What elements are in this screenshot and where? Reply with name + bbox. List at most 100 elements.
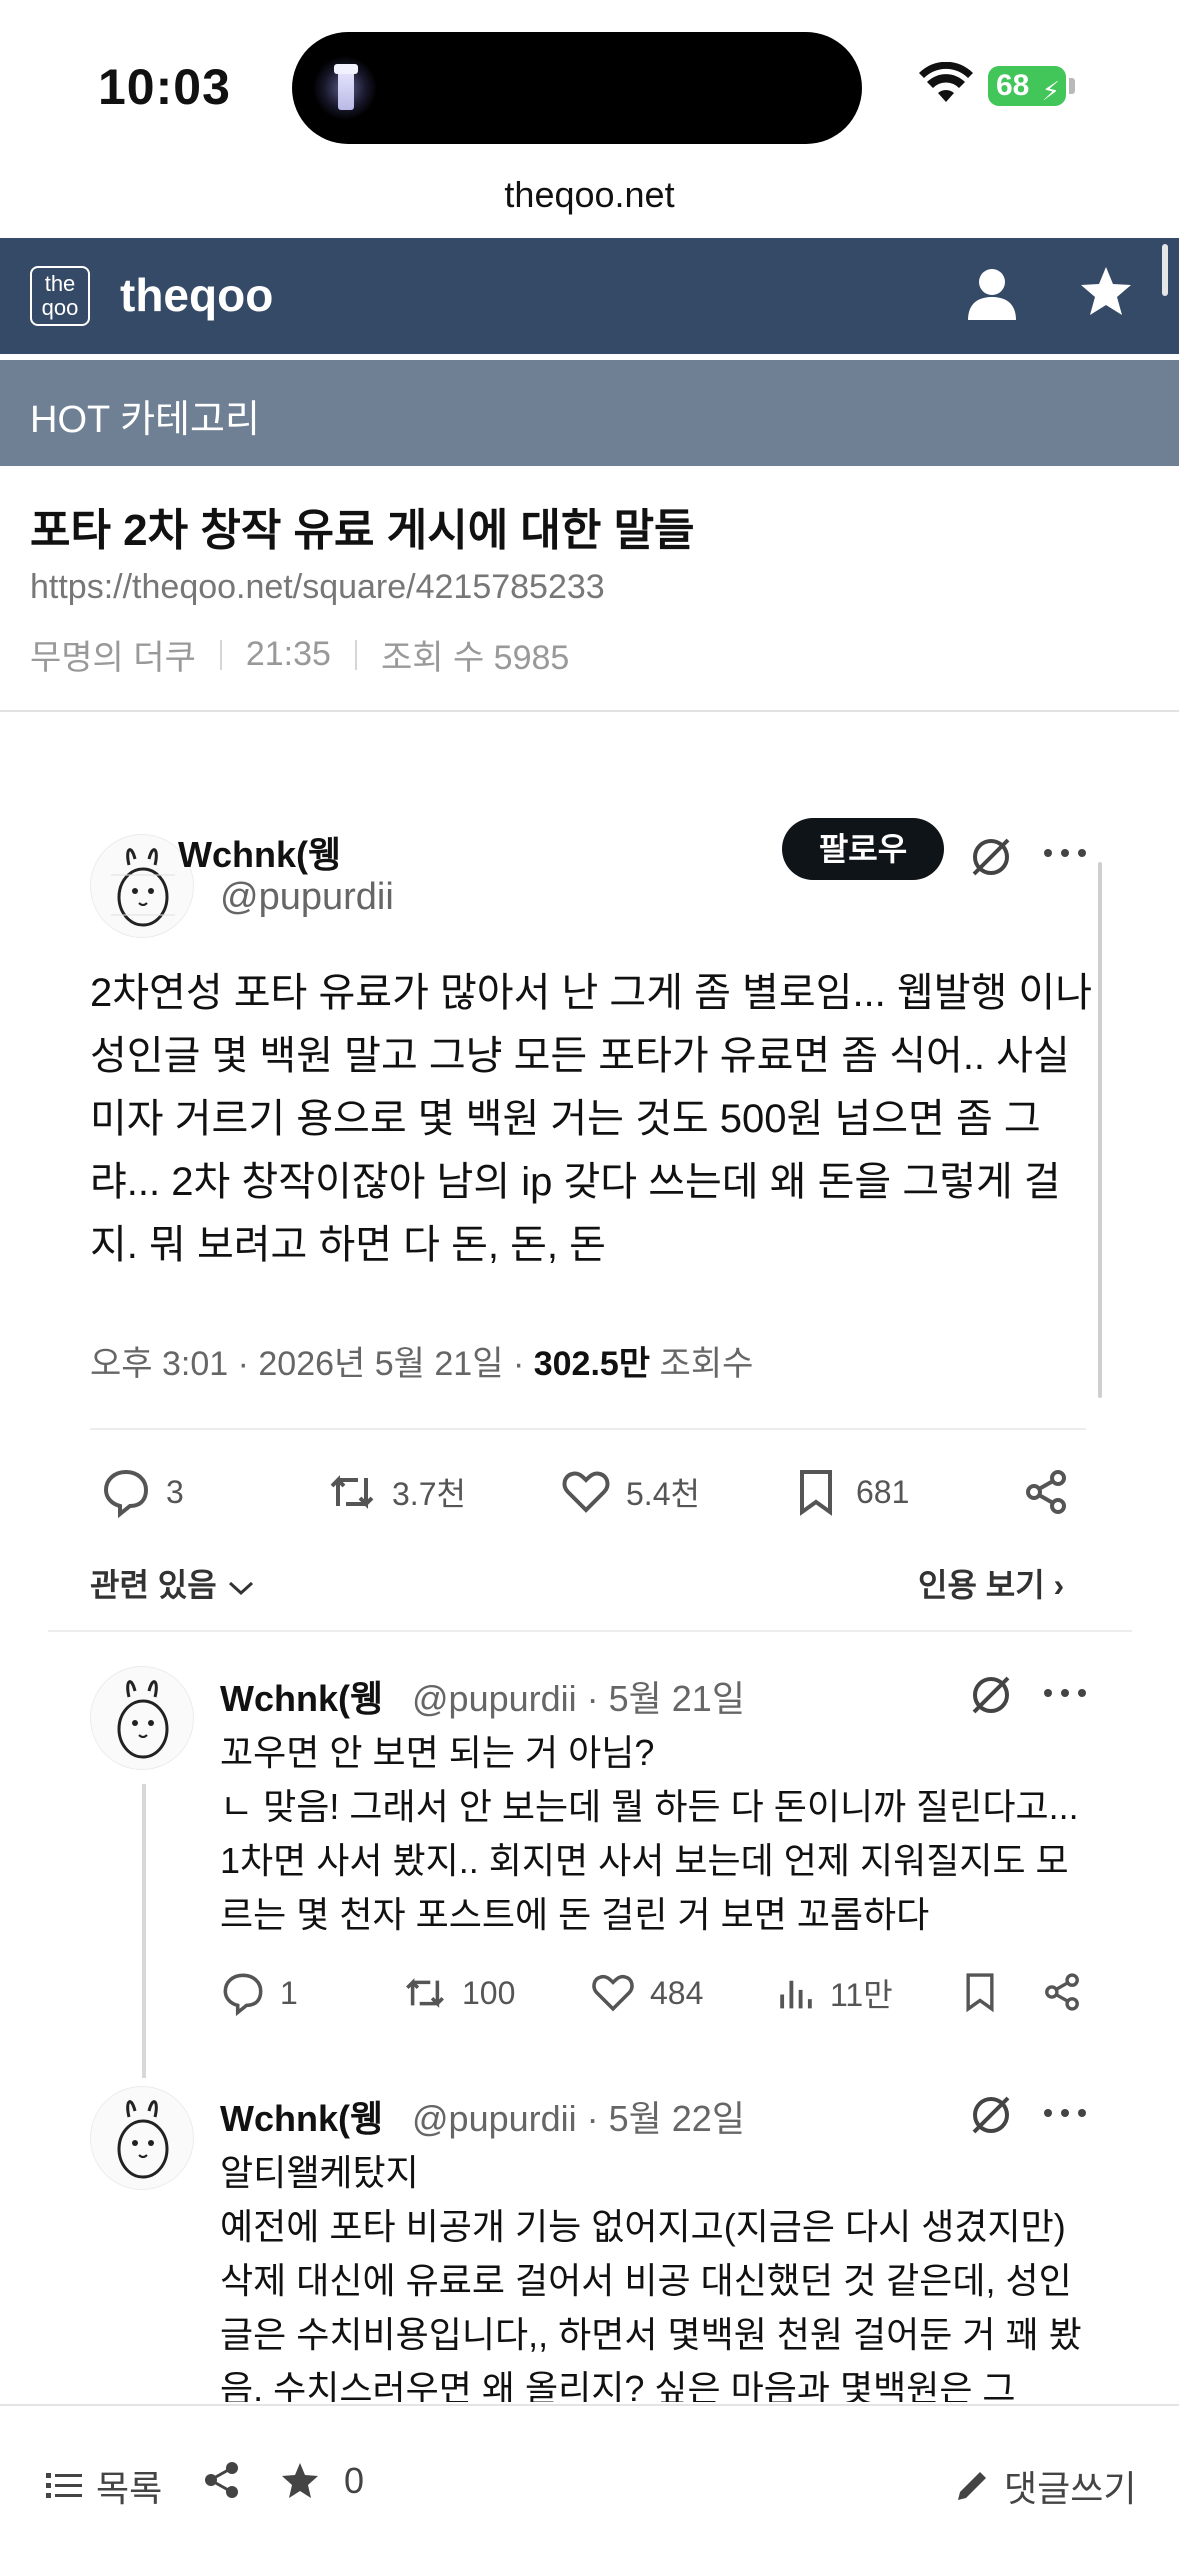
article-title: 포타 2차 창작 유료 게시에 대한 말들 [30,506,695,555]
section-divider [48,1630,1132,1632]
meta-divider [219,639,222,670]
related-toggle[interactable]: 관련 있음 [90,1560,256,1606]
share-button[interactable] [202,2460,242,2500]
article-url[interactable]: https://theqoo.net/square/4215785233 [30,568,605,607]
flashlight-icon [314,54,376,122]
more-options-icon[interactable] [1042,846,1088,860]
bookmark-icon [966,1973,994,2013]
pencil-icon [958,2472,986,2500]
more-options-icon[interactable] [1042,1686,1088,1700]
battery-level: 68 [996,69,1030,102]
avatar[interactable] [90,1666,194,1770]
tweet-author-handle[interactable]: @pupurdii [220,876,394,919]
share-icon [1045,1973,1079,2011]
star-icon [282,2463,318,2498]
meta-divider [354,639,357,670]
retweet-action[interactable]: 3.7천 [326,1466,466,1518]
views-count: 11만 [830,1977,893,2013]
user-icon[interactable] [966,266,1018,322]
tweet-author-name[interactable]: Wchnk(웽 [178,826,341,878]
like-count: 5.4천 [626,1476,700,1512]
avatar[interactable] [90,2086,194,2190]
battery-indicator: 68 ⚡ [988,66,1066,106]
site-header: the qoo theqoo [0,238,1179,354]
reply-author-name[interactable]: Wchnk(웽 [220,1670,383,1722]
reply-author-name[interactable]: Wchnk(웽 [220,2090,383,2142]
status-bar: 10:03 68 ⚡ theqoo.net [0,0,1179,215]
retweet-count: 3.7천 [392,1476,466,1512]
wifi-icon [919,62,973,102]
reply-author-handle[interactable]: @pupurdii · 5월 21일 [412,1670,745,1722]
grok-icon[interactable] [968,1672,1014,1718]
reply-author-handle[interactable]: @pupurdii · 5월 22일 [412,2090,745,2142]
write-comment-button[interactable]: 댓글쓰기 [952,2460,1136,2512]
logo-text-top: the [44,271,76,296]
reply-icon [223,1973,263,2016]
rabbit-avatar-icon [117,1680,169,1759]
bookmark-action[interactable] [958,1970,1002,2014]
article-time: 21:35 [245,635,331,673]
share-action[interactable] [1020,1466,1072,1518]
bookmark-count: 681 [856,1473,910,1510]
browser-url[interactable]: theqoo.net [0,174,1179,216]
recommend-button[interactable]: 0 [280,2460,364,2502]
star-count: 0 [344,2460,365,2501]
grok-icon[interactable] [968,2092,1014,2138]
chevron-down-icon [228,1581,253,1595]
rabbit-avatar-icon [117,2100,169,2179]
star-icon[interactable] [1078,264,1134,320]
grok-icon[interactable] [968,834,1014,880]
retweet-action[interactable]: 100 [402,1970,515,2016]
more-options-icon[interactable] [1042,2106,1088,2120]
status-time: 10:03 [98,59,231,115]
retweet-icon [406,1978,444,2008]
category-bar[interactable]: HOT 카테고리 [0,360,1179,466]
bookmark-icon [800,1470,832,1516]
like-count: 484 [650,1974,704,2011]
battery-tip [1069,78,1075,94]
bottom-toolbar: 목록 0 댓글쓰기 [0,2404,1179,2556]
article-author: 무명의 더쿠 [30,639,196,677]
retweet-icon [330,1475,374,1509]
reply-text: 알티왤케탔지 예전에 포타 비공개 기능 없어지고(지금은 다시 생겼지만) 삭… [220,2152,1082,2402]
like-action[interactable]: 5.4천 [560,1466,700,1518]
tweet-divider [90,1428,1086,1430]
related-label: 관련 있음 [90,1567,217,1603]
retweet-count: 100 [462,1974,516,2011]
article-views: 조회 수 5985 [380,639,570,677]
list-label: 목록 [96,2468,163,2509]
header-divider [0,710,1179,712]
reply-action[interactable]: 3 [100,1466,184,1518]
charging-bolt-icon: ⚡ [1041,76,1060,106]
tweet-views-count: 302.5만 [533,1345,651,1383]
bookmark-action[interactable]: 681 [790,1466,909,1518]
share-action[interactable] [1040,1970,1084,2014]
embed-scrollbar[interactable] [1098,862,1102,1398]
tweet-date: 오후 3:01 · 2026년 5월 21일 · [90,1345,534,1383]
site-title[interactable]: theqoo [120,268,273,322]
follow-button[interactable]: 팔로우 [782,818,944,880]
views-action[interactable]: 11만 [776,1970,893,2016]
dynamic-island [292,32,862,144]
page-scroll-indicator [1162,244,1168,296]
share-icon [1026,1470,1066,1514]
reply-action-row: 1 100 484 11만 [0,1970,1179,2030]
reply-count: 1 [280,1974,298,2011]
tweet-text: 2차연성 포타 유료가 많아서 난 그게 좀 별로임... 웹발행 이나 성인글… [90,971,1093,1267]
article-meta: 무명의 더쿠 21:35 조회 수 5985 [30,630,569,679]
tweet-action-row: 3 3.7천 5.4천 681 [0,1466,1179,1526]
site-logo[interactable]: the qoo [30,266,90,326]
list-button[interactable]: 목록 [44,2460,162,2512]
reply-count: 3 [166,1473,184,1510]
category-label[interactable]: HOT 카테고리 [30,388,260,443]
like-action[interactable]: 484 [590,1970,703,2016]
reply-text: 꼬우면 안 보면 되는 거 아님? ㄴ 맞음! 그래서 안 보는데 뭘 하든 다… [220,1732,1079,1935]
reply-action[interactable]: 1 [220,1970,298,2016]
view-quotes-link[interactable]: 인용 보기 › [918,1560,1064,1606]
heart-icon [592,1974,634,2012]
list-icon [46,2473,82,2498]
heart-icon [562,1471,610,1513]
bar-chart-icon [780,1980,812,2009]
comment-label: 댓글쓰기 [1004,2468,1137,2509]
reply-icon [103,1469,149,1518]
